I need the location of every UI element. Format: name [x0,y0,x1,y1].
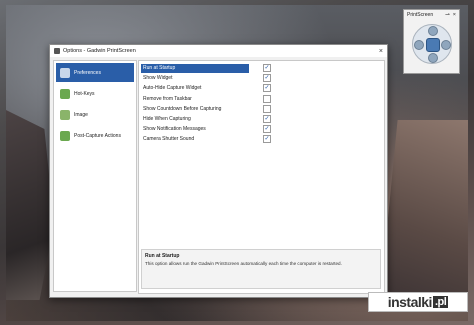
option-label: Remove from Taskbar [143,95,192,102]
hotkeys-icon [60,88,70,99]
option-label: Camera Shutter Sound [143,136,195,143]
watermark-suffix: .pl [432,296,449,308]
pin-icon[interactable]: ⊸ [445,12,450,18]
sidebar-item-hot-keys[interactable]: Hot-Keys [56,84,134,103]
option-label: Show Countdown Before Capturing [143,105,222,112]
option-checkbox[interactable]: ✓ [263,135,271,144]
sidebar-item-post-capture-actions[interactable]: Post-Capture Actions [56,126,134,145]
capture-screen-icon[interactable] [441,40,451,50]
capture-button[interactable] [426,38,440,52]
option-checkbox[interactable]: ✓ [263,84,271,93]
capture-widget[interactable]: PrintScreen ⊸ × [403,9,460,74]
options-list: Run at Startup ✓ Show Widget ✓ Auto-Hide Cap… [139,61,384,145]
option-label: Show Notification Messages [143,126,206,133]
option-row[interactable]: Show Countdown Before Capturing [139,104,384,114]
image-icon [60,109,70,120]
app-icon [54,48,60,54]
description-title: Run at Startup [145,253,180,259]
titlebar: Options - Gadwin PrintScreen × [50,45,387,57]
capture-window-icon[interactable] [428,26,438,36]
options-sidebar: Preferences Hot-Keys Image Post-Capture Act… [53,60,137,292]
option-row[interactable]: Camera Shutter Sound ✓ [139,134,384,144]
option-row[interactable]: Show Notification Messages ✓ [139,124,384,134]
options-window: Options - Gadwin PrintScreen × Preferenc… [49,44,388,298]
close-button[interactable]: × [379,48,383,55]
description-text: This option allows run the Gadwin PrintS… [145,261,342,266]
capture-region-icon[interactable] [414,40,424,50]
option-row[interactable]: Remove from Taskbar [139,94,384,104]
widget-header: PrintScreen ⊸ × [404,10,459,20]
description-box: Run at Startup This option allows run th… [141,249,381,289]
option-label: Hide When Capturing [143,115,191,122]
option-row[interactable]: Hide When Capturing ✓ [139,114,384,124]
option-checkbox[interactable] [263,94,271,103]
option-checkbox[interactable]: ✓ [263,114,271,123]
preferences-icon [60,67,70,78]
widget-close-button[interactable]: × [453,12,456,18]
window-title: Options - Gadwin PrintScreen [63,48,136,54]
option-row[interactable]: Run at Startup ✓ [139,63,384,73]
sidebar-item-image[interactable]: Image [56,105,134,124]
option-label: Show Widget [143,75,173,82]
capture-wheel [412,24,452,64]
option-checkbox[interactable]: ✓ [263,74,271,83]
options-panel: Run at Startup ✓ Show Widget ✓ Auto-Hide Cap… [138,60,385,294]
option-checkbox[interactable]: ✓ [263,125,271,134]
option-label: Run at Startup [141,64,249,73]
sidebar-item-label: Preferences [74,69,101,76]
sidebar-item-label: Post-Capture Actions [74,132,121,139]
settings-icon[interactable] [428,53,438,63]
option-row[interactable]: Show Widget ✓ [139,73,384,83]
watermark-text: instalki [387,294,433,310]
actions-icon [60,130,70,141]
option-checkbox[interactable]: ✓ [263,64,271,72]
sidebar-item-label: Image [74,111,88,118]
sidebar-item-label: Hot-Keys [74,90,95,97]
widget-title: PrintScreen [407,12,434,18]
option-label: Auto-Hide Capture Widget [143,85,202,92]
option-row[interactable]: Auto-Hide Capture Widget ✓ [139,83,384,93]
sidebar-item-preferences[interactable]: Preferences [56,63,134,82]
watermark-logo: instalki .pl [368,292,468,312]
option-checkbox[interactable] [263,104,271,113]
